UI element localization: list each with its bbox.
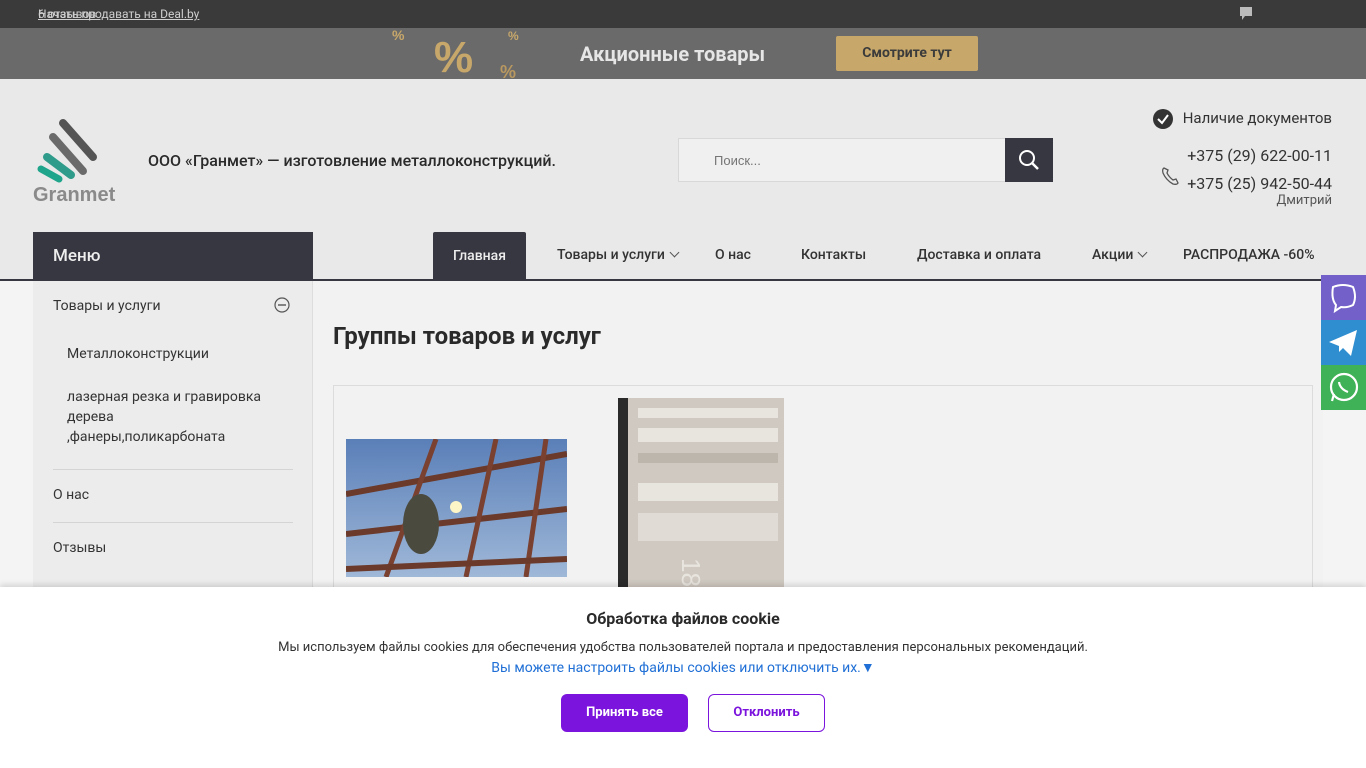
nav-promotions-label: Акции xyxy=(1092,247,1134,263)
svg-text:%: % xyxy=(392,28,405,43)
divider xyxy=(53,522,293,523)
cookie-title: Обработка файлов cookie xyxy=(586,609,780,628)
promo-banner[interactable]: % % % % Акционные товары Смотрите тут xyxy=(0,28,1366,79)
svg-text:%: % xyxy=(508,29,519,43)
logo-text: Granmet xyxy=(33,184,116,206)
sidebar: Товары и услуги Металлоконструкции лазер… xyxy=(33,281,313,601)
contact-person: Дмитрий xyxy=(1276,193,1332,208)
granmet-logo[interactable]: Granmet xyxy=(33,117,131,207)
nav-delivery-label: Доставка и оплата xyxy=(917,247,1042,263)
nav-sale-label: РАСПРОДАЖА -60% xyxy=(1183,247,1315,263)
nav-products[interactable]: Товары и услуги xyxy=(557,231,680,279)
search-icon xyxy=(1019,150,1039,170)
nav-products-label: Товары и услуги xyxy=(557,247,665,263)
laser-cutting-line-2: дерева xyxy=(67,409,114,425)
phone-number-2[interactable]: +375 (25) 942-50-44 xyxy=(1187,174,1332,193)
promo-button[interactable]: Смотрите тут xyxy=(836,36,978,71)
sidebar-item-reviews[interactable]: Отзывы xyxy=(53,540,106,556)
telegram-icon xyxy=(1329,330,1357,356)
svg-text:%: % xyxy=(500,62,516,79)
menu-tab[interactable]: Меню xyxy=(33,232,313,280)
svg-text:%: % xyxy=(434,33,473,79)
telegram-button[interactable] xyxy=(1321,320,1366,365)
promo-title: Акционные товары xyxy=(580,42,766,66)
phone-icon xyxy=(1162,167,1179,185)
carved-wood-panel-image[interactable]: 183 xyxy=(618,398,784,598)
header: Granmet ООО «Гранмет» — изготовление мет… xyxy=(0,79,1366,231)
nav-home-label: Главная xyxy=(453,248,506,264)
cookie-description: Мы используем файлы cookies для обеспече… xyxy=(278,640,1088,655)
sidebar-item-laser-cutting[interactable]: лазерная резка и гравировка дерева ,фане… xyxy=(67,387,261,447)
nav-promotions[interactable]: Акции xyxy=(1092,231,1148,279)
company-name: ООО «Гранмет» — изготовление металлоконс… xyxy=(148,151,556,170)
welding-roof-image[interactable] xyxy=(346,439,567,577)
viber-icon xyxy=(1331,284,1356,314)
nav-contacts[interactable]: Контакты xyxy=(801,231,866,279)
sidebar-item-metal-structures[interactable]: Металлоконструкции xyxy=(67,344,209,364)
laser-cutting-line-3: ,фанеры,поликарбоната xyxy=(67,429,226,445)
decline-button[interactable]: Отклонить xyxy=(708,694,825,732)
documents-link[interactable]: Наличие документов xyxy=(1183,109,1332,127)
nav-about[interactable]: О нас xyxy=(715,231,751,279)
collapse-icon[interactable] xyxy=(274,297,290,313)
viber-button[interactable] xyxy=(1321,275,1366,320)
search-button[interactable] xyxy=(1005,138,1053,182)
nav-about-label: О нас xyxy=(715,247,751,263)
cookie-banner: Обработка файлов cookie Мы используем фа… xyxy=(0,587,1366,768)
percent-decoration-icon: % % % % xyxy=(392,28,519,79)
top-bar: Начать продавать на Deal.by 6 отзывов xyxy=(0,0,1366,28)
search-input[interactable] xyxy=(679,139,1006,181)
nav-sale[interactable]: РАСПРОДАЖА -60% xyxy=(1183,231,1315,279)
laser-cutting-line-1: лазерная резка и гравировка xyxy=(67,389,262,405)
sidebar-item-about[interactable]: О нас xyxy=(53,487,89,503)
nav-home[interactable]: Главная xyxy=(433,232,526,280)
nav-contacts-label: Контакты xyxy=(801,247,867,263)
whatsapp-icon xyxy=(1329,372,1359,402)
page-title: Группы товаров и услуг xyxy=(333,322,601,350)
whatsapp-button[interactable] xyxy=(1321,365,1366,410)
accept-all-button[interactable]: Принять все xyxy=(561,694,688,732)
reviews-link[interactable]: 6 отзывов xyxy=(38,7,1328,21)
search-box xyxy=(678,138,1006,182)
nav-delivery[interactable]: Доставка и оплата xyxy=(917,231,1041,279)
divider xyxy=(53,469,293,470)
main-navigation: Меню Главная Товары и услуги О нас Конта… xyxy=(0,231,1366,281)
sidebar-item-products[interactable]: Товары и услуги xyxy=(53,298,161,314)
chevron-down-icon xyxy=(1137,247,1148,258)
chevron-down-icon xyxy=(669,247,680,258)
cookie-settings-link[interactable]: Вы можете настроить файлы cookies или от… xyxy=(0,659,1366,676)
phone-number-1[interactable]: +375 (29) 622-00-11 xyxy=(1187,146,1332,165)
verified-check-icon xyxy=(1153,109,1173,129)
